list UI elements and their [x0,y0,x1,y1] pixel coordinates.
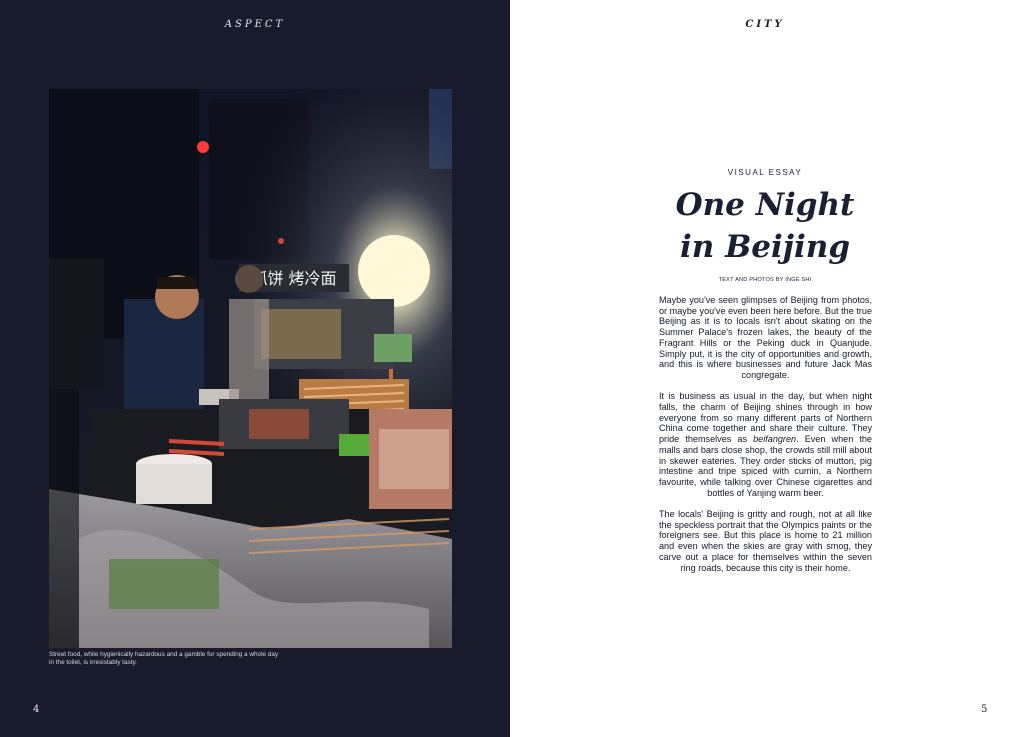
paragraph-3: The locals' Beijing is gritty and rough,… [659,509,872,573]
paragraph-1: Maybe you've seen glimpses of Beijing fr… [659,295,872,380]
byline: TEXT AND PHOTOS BY INGE SHI [718,277,812,283]
italic-term: beifangren [753,434,797,445]
article-title: One Night in Beijing [510,184,1020,268]
shop-sign-text: 抓饼 烤冷面 [251,269,336,288]
running-head-right: CITY [745,19,785,30]
street-food-photo: 抓饼 烤冷面 [49,89,452,648]
running-head-left: ASPECT [224,19,286,30]
article-body: Maybe you've seen glimpses of Beijing fr… [659,295,872,584]
paragraph-2: It is business as usual in the day, but … [659,391,872,498]
photo-illustration: 抓饼 烤冷面 [49,89,452,648]
title-line-1: One Night [675,187,855,223]
magazine-spread: ASPECT 抓饼 烤冷面 Street food, while hygieni… [0,0,1020,737]
page-number-left: 4 [33,704,40,715]
right-page: CITY VISUAL ESSAY One Night in Beijing T… [510,0,1020,737]
left-page: ASPECT 抓饼 烤冷面 Street food, while hygieni… [0,0,510,737]
title-line-2: in Beijing [679,229,850,265]
section-kicker: VISUAL ESSAY [727,168,803,177]
page-number-right: 5 [981,704,988,715]
photo-caption: Street food, while hygienically hazardou… [49,651,279,667]
